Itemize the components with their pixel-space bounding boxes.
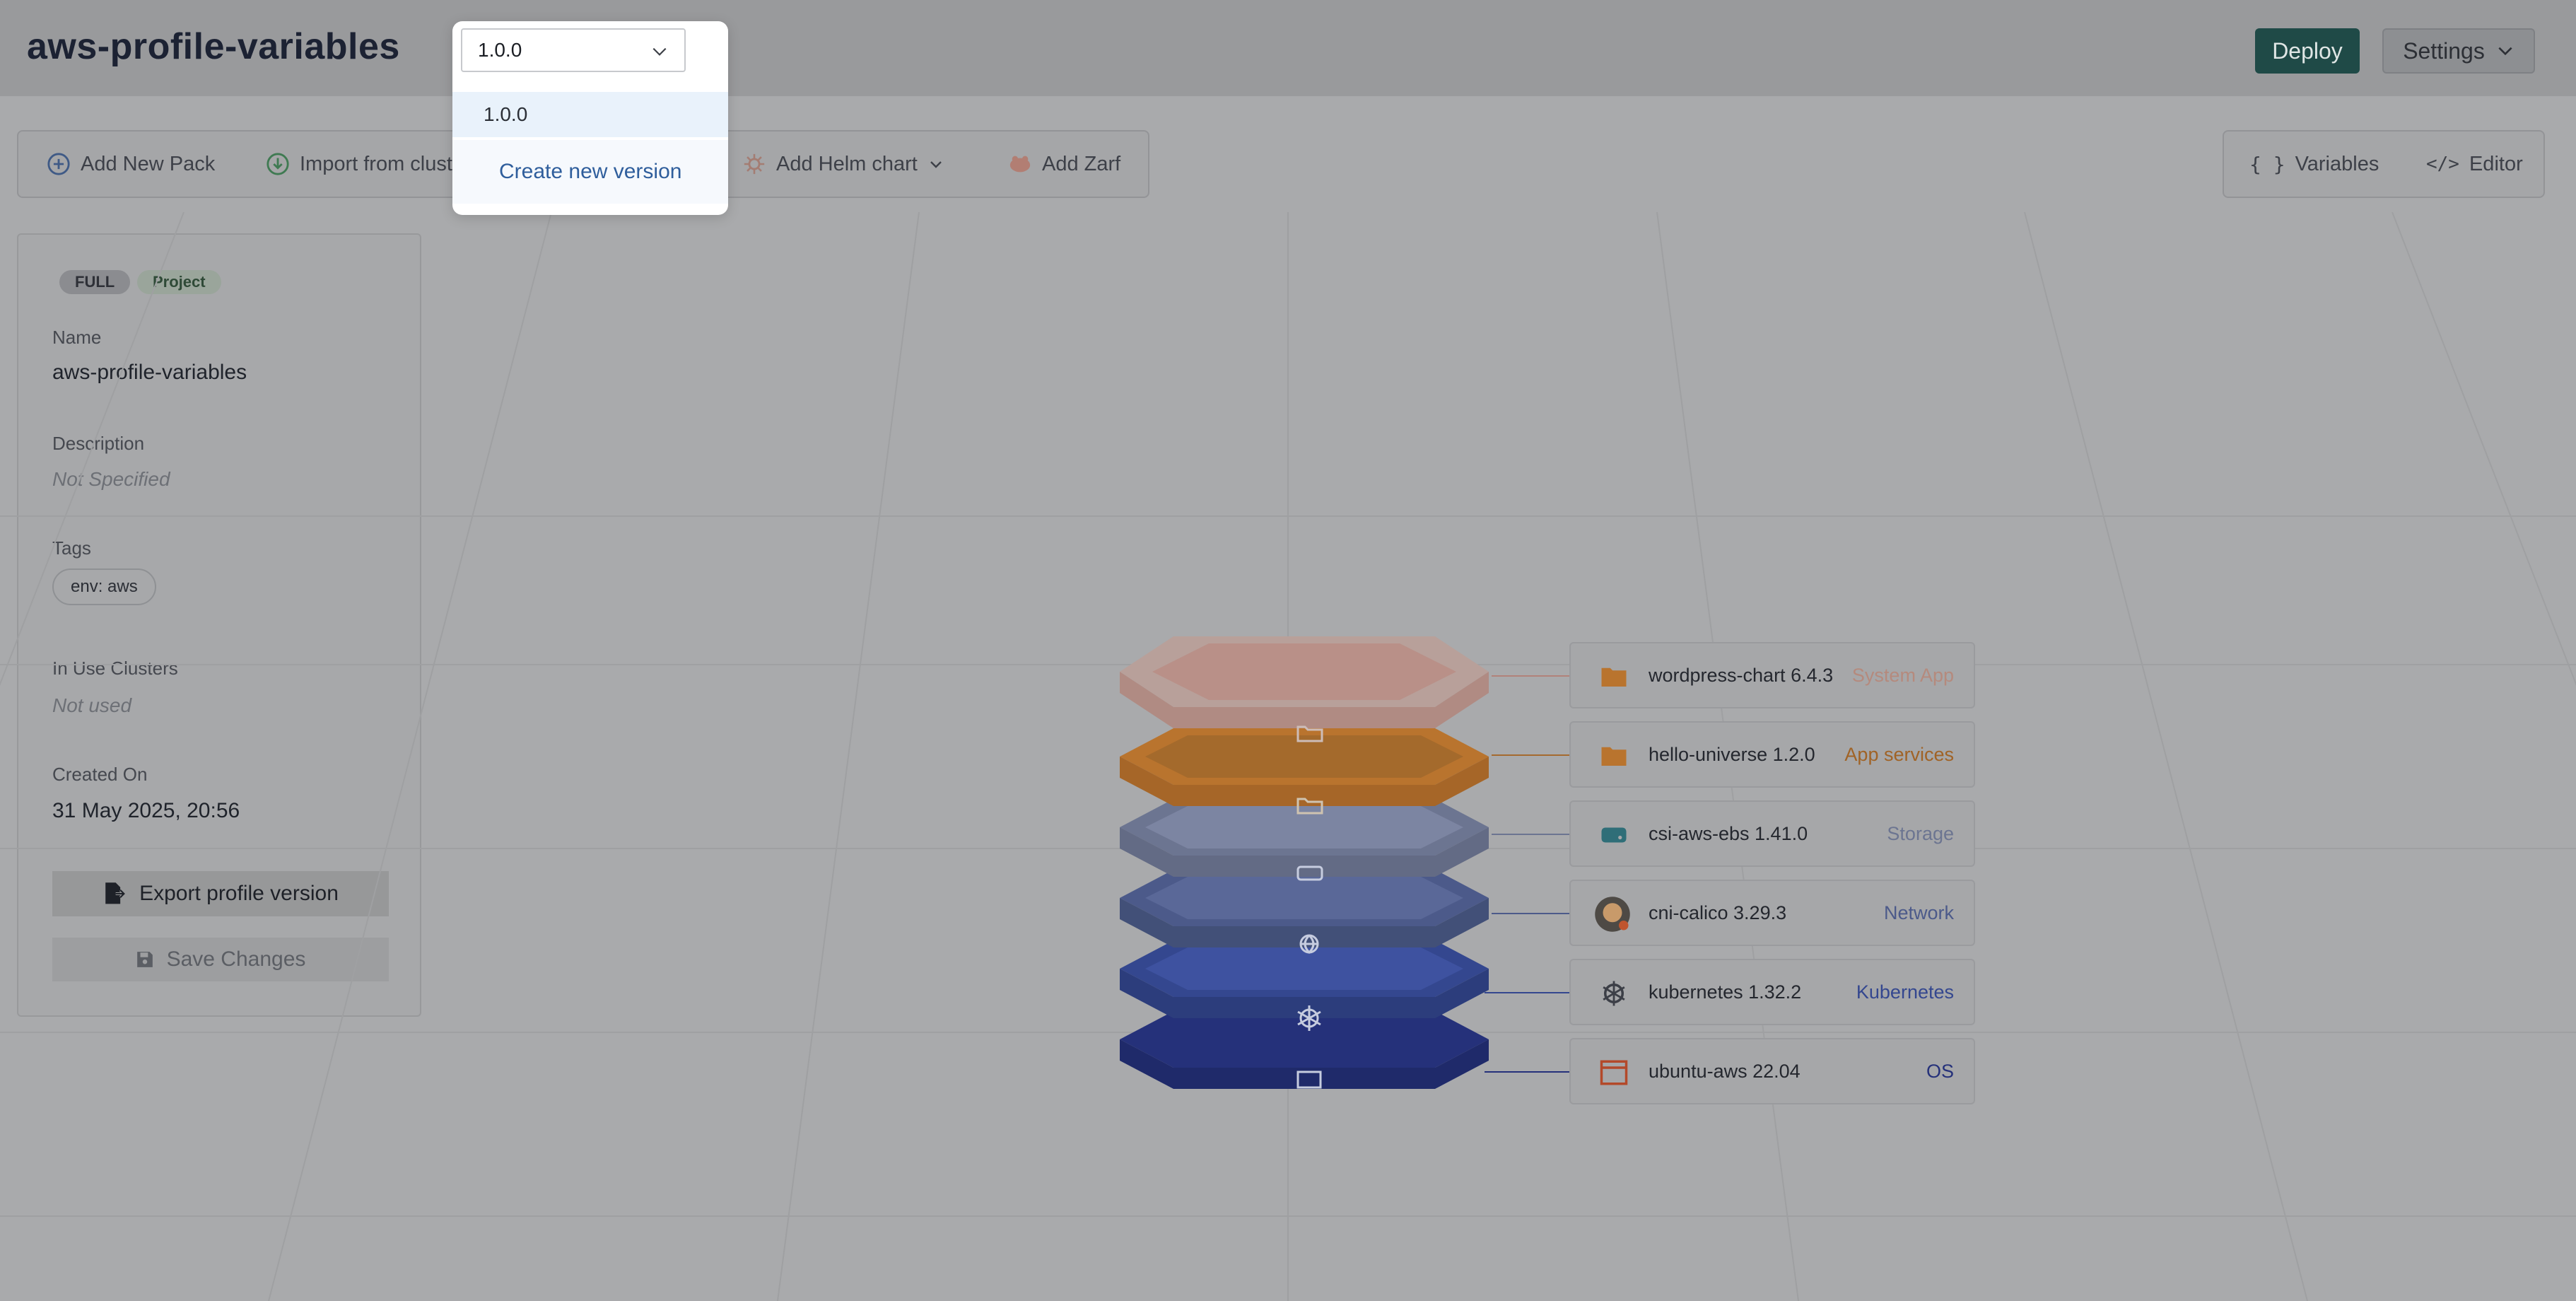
import-from-cluster-button[interactable]: Import from cluster (266, 132, 471, 197)
profile-layer-stack (1120, 636, 1489, 1089)
chevron-down-icon (652, 47, 667, 56)
connector-system-app (1492, 675, 1572, 677)
settings-label: Settings (2403, 37, 2485, 64)
connector-storage (1492, 834, 1572, 835)
settings-button[interactable]: Settings (2382, 28, 2535, 74)
layer-name: csi-aws-ebs 1.41.0 (1649, 823, 1808, 844)
layer-card-system-app[interactable]: wordpress-chart 6.4.3 System App (1569, 642, 1975, 708)
editor-label: Editor (2469, 152, 2523, 175)
import-from-cluster-label: Import from cluster (300, 152, 471, 175)
add-zarf-button[interactable]: Add Zarf (1008, 132, 1120, 197)
version-option[interactable]: 1.0.0 (452, 92, 728, 137)
helm-icon (744, 153, 765, 175)
calico-icon (1595, 897, 1630, 932)
kubernetes-icon (1603, 981, 1625, 1006)
create-new-version-option[interactable]: Create new version (452, 140, 728, 204)
braces-icon: { } (2249, 152, 2285, 176)
folder-icon (1601, 747, 1627, 766)
layer-os-slab (1120, 1011, 1489, 1089)
layer-system-app-slab (1120, 636, 1489, 728)
connector-app-services (1492, 754, 1572, 756)
version-select-value: 1.0.0 (478, 39, 522, 61)
layer-type: Kubernetes (1856, 981, 1954, 1003)
layer-type: System App (1851, 665, 1954, 686)
layer-card-app-services[interactable]: hello-universe 1.2.0 App services (1569, 721, 1975, 788)
plus-circle-icon (47, 153, 70, 175)
chevron-down-icon (2498, 47, 2512, 56)
layer-name: wordpress-chart 6.4.3 (1649, 665, 1834, 686)
connector-network (1492, 913, 1572, 914)
layer-name: hello-universe 1.2.0 (1649, 744, 1815, 765)
layer-type: Network (1883, 902, 1954, 923)
layer-storage-slab (1120, 799, 1489, 877)
variables-button[interactable]: { } Variables (2249, 132, 2379, 197)
zarf-icon (1009, 156, 1031, 173)
layer-card-storage[interactable]: csi-aws-ebs 1.41.0 Storage (1569, 800, 1975, 867)
deploy-button[interactable]: Deploy (2255, 28, 2360, 74)
layer-name: ubuntu-aws 22.04 (1649, 1061, 1801, 1082)
connector-kubernetes (1485, 992, 1572, 993)
version-select[interactable]: 1.0.0 (461, 28, 686, 72)
version-dropdown: 1.0.0 1.0.0 Create new version (452, 21, 728, 215)
add-helm-chart-label: Add Helm chart (776, 152, 918, 175)
add-helm-chart-button[interactable]: Add Helm chart (742, 132, 944, 197)
storage-icon (1601, 827, 1627, 843)
download-circle-icon (267, 153, 289, 175)
layer-card-kubernetes[interactable]: kubernetes 1.32.2 Kubernetes (1569, 959, 1975, 1025)
chevron-down-icon (930, 161, 942, 168)
connector-os (1485, 1071, 1572, 1073)
page-header: aws-profile-variables Deploy Settings (0, 0, 2576, 96)
layer-type: App services (1844, 744, 1954, 765)
folder-icon (1601, 667, 1627, 687)
layer-type: OS (1926, 1061, 1954, 1082)
layer-name: cni-calico 3.29.3 (1649, 902, 1787, 923)
view-toolbar: { } Variables </> Editor (2223, 130, 2545, 198)
os-window-icon (1600, 1060, 1628, 1085)
editor-button[interactable]: </> Editor (2426, 132, 2523, 197)
code-icon: </> (2426, 153, 2459, 175)
layer-card-network[interactable]: cni-calico 3.29.3 Network (1569, 880, 1975, 946)
add-new-pack-label: Add New Pack (81, 152, 216, 175)
add-zarf-label: Add Zarf (1042, 152, 1121, 175)
add-new-pack-button[interactable]: Add New Pack (47, 132, 215, 197)
layer-type: Storage (1887, 823, 1954, 844)
layer-card-os[interactable]: ubuntu-aws 22.04 OS (1569, 1038, 1975, 1104)
page-title: aws-profile-variables (27, 26, 400, 67)
variables-label: Variables (2295, 152, 2379, 175)
layer-name: kubernetes 1.32.2 (1649, 981, 1802, 1003)
